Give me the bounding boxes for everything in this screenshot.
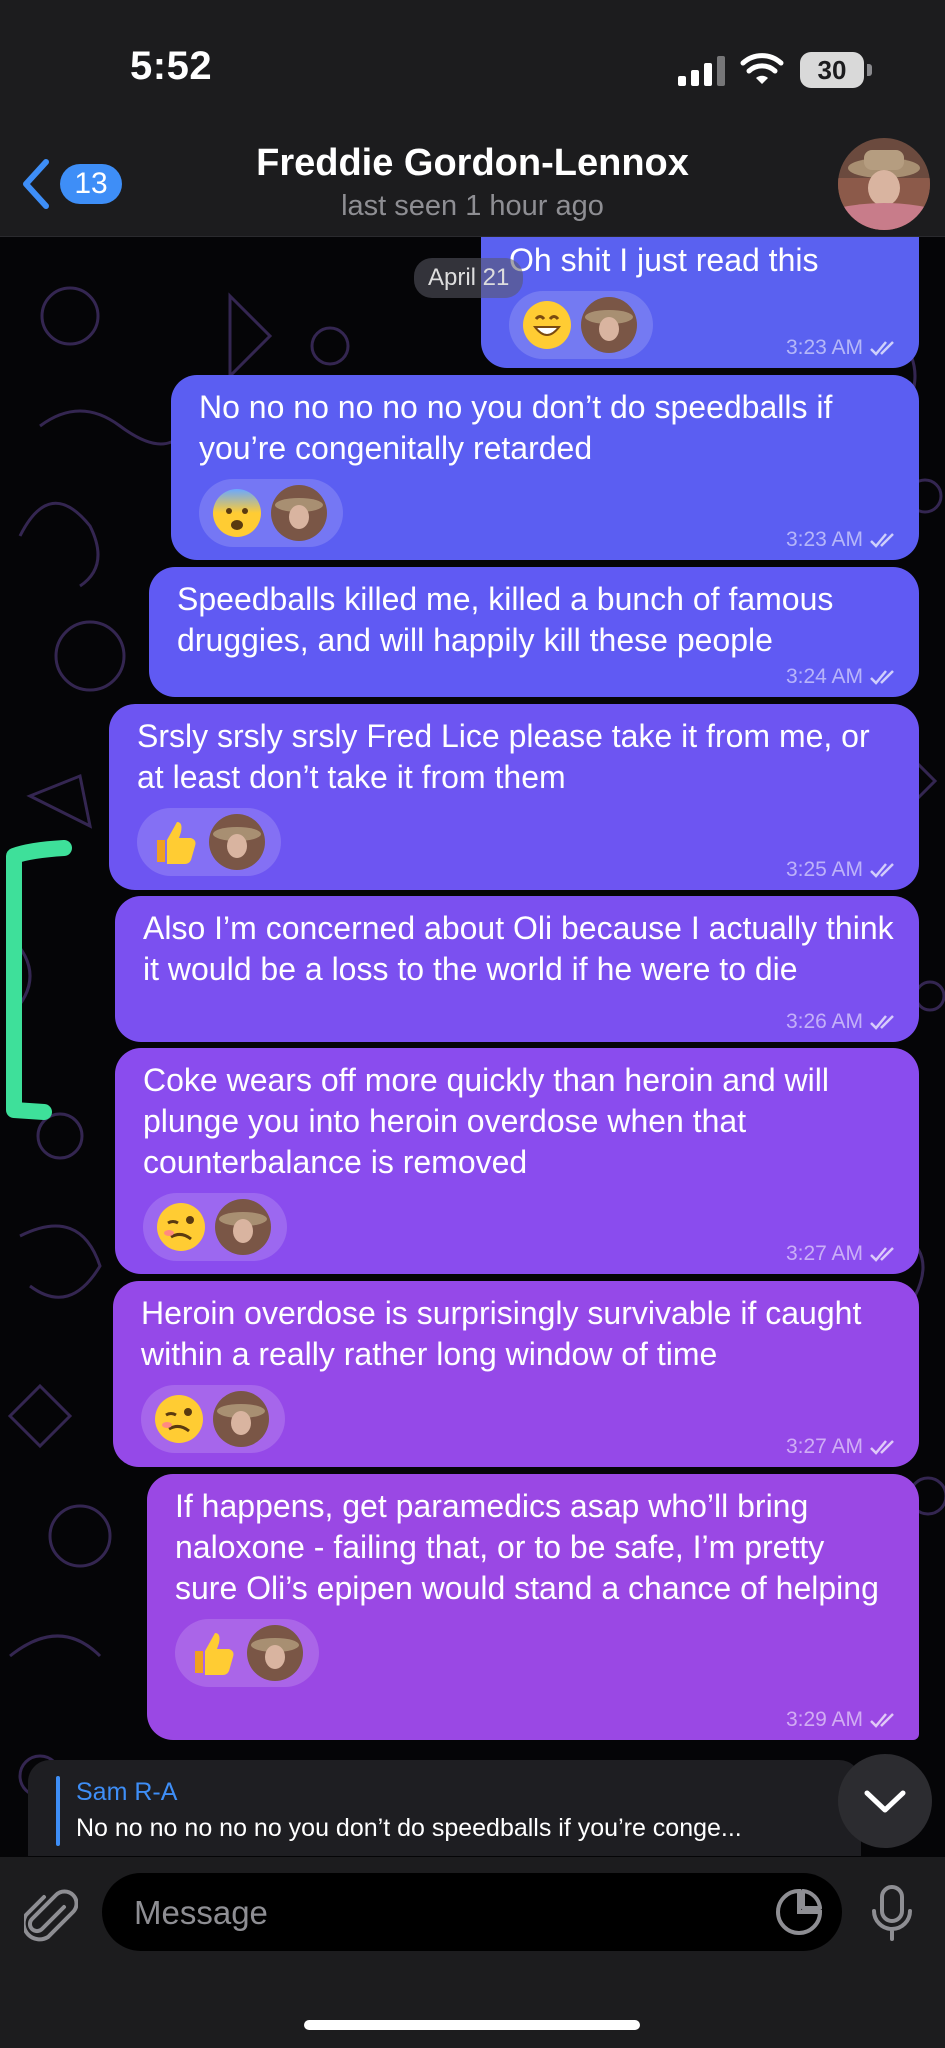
double-check-icon (870, 1015, 894, 1030)
message-bubble[interactable]: Coke wears off more quickly than heroin … (115, 1048, 919, 1274)
message-meta: 3:26 AM (786, 1010, 899, 1034)
message-field[interactable] (102, 1873, 842, 1953)
wifi-icon (740, 53, 784, 84)
woozy-emoji-icon (157, 1203, 205, 1251)
double-check-icon (870, 863, 894, 878)
double-check-icon (870, 1440, 894, 1455)
message-time: 3:24 AM (785, 665, 863, 688)
message-time: 3:27 AM (785, 1242, 863, 1265)
reply-author: Sam R-A (76, 1778, 178, 1806)
reaction-avatar (209, 814, 265, 870)
message-bubble[interactable]: Oh shit I just read this 3:23 AM (481, 236, 919, 368)
chat-header: 5:52 30 13 Freddie Gordon-Lennox last se… (0, 0, 945, 237)
message-bubble[interactable]: Heroin overdose is surprisingly survivab… (113, 1281, 919, 1467)
message-time: 3:29 AM (785, 1708, 863, 1731)
message-text: Srsly srsly srsly Fred Lice please take … (137, 718, 870, 795)
message-bubble[interactable]: No no no no no no you don’t do speedball… (171, 375, 919, 560)
home-indicator (304, 2020, 640, 2030)
message-meta: 3:27 AM (786, 1242, 899, 1266)
paperclip-icon[interactable] (24, 1887, 78, 1947)
reply-accent-line (56, 1776, 60, 1846)
message-bubble[interactable]: Also I’m concerned about Oli because I a… (115, 896, 919, 1042)
message-meta: 3:29 AM (786, 1708, 899, 1732)
message-text: Heroin overdose is surprisingly survivab… (141, 1295, 862, 1372)
chevron-down-icon (864, 1790, 906, 1813)
thumbs-up-emoji-icon (157, 822, 196, 864)
message-time: 3:26 AM (785, 1010, 863, 1033)
reactions[interactable] (137, 808, 281, 876)
reply-text: No no no no no no you don’t do speedball… (76, 1814, 742, 1842)
message-text: If happens, get paramedics asap who’ll b… (175, 1488, 879, 1606)
fearful-emoji-icon (213, 489, 261, 537)
message-meta: 3:24 AM (786, 665, 899, 689)
reaction-avatar (247, 1625, 303, 1681)
message-meta: 3:23 AM (786, 336, 899, 360)
contact-avatar-image (838, 138, 930, 230)
message-bubble[interactable]: If happens, get paramedics asap who’ll b… (147, 1474, 919, 1740)
message-composer (0, 1857, 945, 2048)
reaction-avatar (215, 1199, 271, 1255)
status-time: 5:52 (130, 44, 213, 88)
double-check-icon (870, 341, 894, 356)
message-text: No no no no no no you don’t do speedball… (199, 389, 833, 466)
battery-icon: 30 (800, 52, 872, 88)
message-meta: 3:23 AM (786, 528, 899, 552)
message-text: Also I’m concerned about Oli because I a… (143, 910, 894, 987)
message-time: 3:27 AM (785, 1435, 863, 1458)
date-separator: April 21 (414, 258, 524, 298)
cellular-signal-icon (678, 56, 725, 86)
reaction-avatar (271, 485, 327, 541)
message-time: 3:23 AM (785, 528, 863, 551)
last-seen-status: last seen 1 hour ago (341, 190, 604, 222)
reaction-avatar (213, 1391, 269, 1447)
double-check-icon (870, 1713, 894, 1728)
reaction-avatar (581, 297, 637, 353)
message-input[interactable] (132, 1873, 756, 1953)
sticker-icon[interactable] (774, 1887, 824, 1937)
thumbs-up-emoji-icon (195, 1633, 234, 1675)
reactions[interactable] (143, 1193, 287, 1261)
scroll-to-bottom-button[interactable] (838, 1754, 932, 1848)
message-text: Oh shit I just read this (509, 242, 819, 278)
chat-title[interactable]: Freddie Gordon-Lennox (0, 142, 945, 185)
reactions[interactable] (175, 1619, 319, 1687)
message-bubble[interactable]: Speedballs killed me, killed a bunch of … (149, 567, 919, 697)
reactions[interactable] (199, 479, 343, 547)
green-bracket-annotation (6, 840, 72, 1120)
message-meta: 3:25 AM (786, 858, 899, 882)
message-time: 3:25 AM (785, 858, 863, 881)
message-time: 3:23 AM (785, 336, 863, 359)
reactions[interactable] (509, 291, 653, 359)
message-text: Speedballs killed me, killed a bunch of … (177, 581, 834, 658)
message-meta: 3:27 AM (786, 1435, 899, 1459)
double-check-icon (870, 670, 894, 685)
contact-avatar[interactable] (838, 138, 930, 230)
message-text: Coke wears off more quickly than heroin … (143, 1062, 829, 1180)
grin-emoji-icon (523, 301, 571, 349)
double-check-icon (870, 533, 894, 548)
message-bubble[interactable]: Srsly srsly srsly Fred Lice please take … (109, 704, 919, 890)
microphone-icon[interactable] (868, 1883, 916, 1943)
double-check-icon (870, 1247, 894, 1262)
reactions[interactable] (141, 1385, 285, 1453)
woozy-emoji-icon (155, 1395, 203, 1443)
reply-preview[interactable]: Sam R-A No no no no no no you don’t do s… (28, 1760, 861, 1856)
